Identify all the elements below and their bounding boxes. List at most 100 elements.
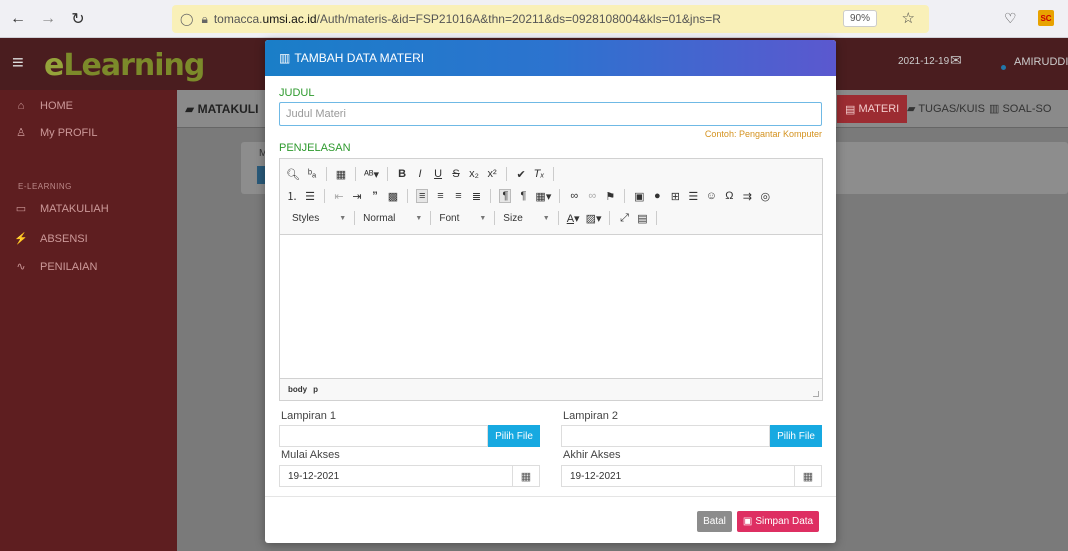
bold-icon[interactable]: B	[396, 168, 408, 180]
back-icon[interactable]: ←	[6, 7, 30, 31]
select-all-icon[interactable]: ▦	[335, 168, 347, 181]
book-icon: ▥	[279, 51, 291, 65]
mulai-akses-label: Mulai Akses	[281, 449, 340, 461]
ltr-icon[interactable]: ¶	[499, 189, 512, 203]
text-color-icon[interactable]: A▾	[567, 212, 580, 225]
batal-button[interactable]: Batal	[697, 511, 732, 532]
mulai-akses-group: 19-12-2021 ▦	[279, 465, 540, 487]
smiley-icon[interactable]: ☺	[705, 190, 717, 202]
lampiran1-group: Pilih File	[279, 425, 540, 447]
rich-text-editor: 🔍︎ ᵇₐ ▦ ᴬᴮ▾ B I U S x₂ x² ✔ Tₓ ⒈ ☰ ⇤ ⇥ ”…	[279, 158, 823, 401]
spellcheck-icon[interactable]: ᴬᴮ▾	[364, 168, 379, 181]
iframe-icon[interactable]: ◎	[759, 190, 771, 203]
align-center-icon[interactable]: ≡	[434, 190, 446, 202]
blockquote-icon[interactable]: ”	[369, 190, 381, 202]
menu-icon[interactable]: ≡	[12, 52, 24, 75]
lampiran1-input[interactable]	[279, 425, 488, 447]
styles-dropdown[interactable]: Styles ▼	[292, 213, 346, 224]
editor-content-area[interactable]	[280, 235, 822, 378]
strikethrough-icon[interactable]: S	[450, 168, 462, 180]
book-icon: ▤	[845, 103, 856, 116]
sidebar-item-matakuliah[interactable]: ▭ MATAKULIAH	[12, 202, 109, 216]
align-left-icon[interactable]: ≡	[416, 189, 429, 203]
lock-icon: 🔒︎	[201, 11, 208, 26]
align-right-icon[interactable]: ≡	[452, 190, 464, 202]
lampiran2-input[interactable]	[561, 425, 770, 447]
bookmark-star-icon[interactable]: ☆	[902, 9, 915, 27]
forward-icon[interactable]: →	[36, 7, 60, 31]
mail-icon[interactable]: ✉	[950, 52, 962, 69]
special-char-icon[interactable]: Ω	[723, 190, 735, 202]
user-name[interactable]: AMIRUDDIN	[1014, 56, 1068, 68]
page-break-icon[interactable]: ⇉	[741, 190, 753, 203]
horizontal-line-icon[interactable]: ☰	[687, 190, 699, 203]
resize-handle[interactable]	[813, 391, 819, 397]
sidebar-item-penilaian[interactable]: ∿ PENILAIAN	[12, 260, 97, 274]
file-icon: ▭	[15, 203, 27, 215]
table-icon[interactable]: ⊞	[669, 190, 681, 203]
mulai-akses-input[interactable]: 19-12-2021	[279, 465, 513, 487]
modal-header: ▥ TAMBAH DATA MATERI	[265, 40, 836, 76]
modal-tambah-materi: ▥ TAMBAH DATA MATERI JUDUL Judul Materi …	[265, 40, 836, 543]
sidebar-section-label: E-LEARNING	[18, 182, 72, 191]
judul-input[interactable]: Judul Materi	[279, 102, 822, 126]
link-icon[interactable]: ∞	[568, 190, 580, 202]
reload-icon[interactable]: ↻	[66, 7, 90, 31]
tab-matakuliah[interactable]: ▰ MATAKULI	[185, 102, 258, 116]
show-blocks-icon[interactable]: ▤	[636, 212, 648, 225]
tab-soal[interactable]: ▥ SOAL-SO	[989, 102, 1051, 115]
path-body[interactable]: body	[288, 385, 307, 394]
shield-icon: ◯	[180, 12, 194, 26]
user-icon: ♙	[16, 127, 26, 139]
rtl-icon[interactable]: ¶	[517, 190, 529, 202]
tab-materi[interactable]: ▤ MATERI	[837, 95, 908, 123]
justify-icon[interactable]: ≣	[470, 190, 482, 203]
zoom-badge[interactable]: 90%	[842, 10, 877, 27]
sidebar-item-absensi[interactable]: ⚡ ABSENSI	[12, 232, 88, 246]
size-dropdown[interactable]: Size ▼	[503, 213, 549, 224]
language-icon[interactable]: ▦▾	[535, 190, 551, 203]
chevron-down-icon: ▼	[479, 214, 487, 222]
penjelasan-label: PENJELASAN	[279, 142, 351, 154]
chevron-down-icon: ▼	[415, 214, 423, 222]
address-bar[interactable]: ◯ 🔒︎ tomacca. umsi.ac.id/Auth/materis-&id…	[172, 5, 929, 33]
simpan-button[interactable]: ▣ Simpan Data	[737, 511, 819, 532]
maximize-icon[interactable]: ⤢	[618, 212, 630, 225]
bullet-list-icon[interactable]: ☰	[304, 190, 316, 203]
path-p[interactable]: p	[313, 385, 318, 394]
outdent-icon[interactable]: ⇤	[333, 190, 345, 203]
tab-tugas[interactable]: ▰ TUGAS/KUIS	[907, 102, 985, 115]
underline-icon[interactable]: U	[432, 168, 444, 180]
font-dropdown[interactable]: Font ▼	[439, 213, 486, 224]
lampiran2-pilih-button[interactable]: Pilih File	[770, 425, 822, 447]
calendar-icon[interactable]: ▦	[795, 465, 822, 487]
akhir-akses-input[interactable]: 19-12-2021	[561, 465, 795, 487]
lampiran1-pilih-button[interactable]: Pilih File	[488, 425, 540, 447]
bg-color-icon[interactable]: ▨▾	[586, 212, 602, 225]
subscript-icon[interactable]: x₂	[468, 168, 480, 180]
pocket-icon[interactable]: ♡	[1004, 10, 1017, 27]
find-icon[interactable]: 🔍︎	[286, 168, 300, 181]
format-dropdown[interactable]: Normal ▼	[363, 213, 422, 224]
image-icon[interactable]: ▣	[633, 190, 645, 203]
unlink-icon[interactable]: ∞	[586, 190, 598, 202]
div-icon[interactable]: ▩	[387, 190, 399, 203]
sidebar-item-profil[interactable]: ♙ My PROFIL	[12, 126, 97, 140]
flash-icon[interactable]: ●	[651, 190, 663, 202]
copy-format-icon[interactable]: ✔	[515, 168, 527, 181]
home-icon: ⌂	[17, 100, 25, 112]
anchor-icon[interactable]: ⚑	[604, 190, 616, 203]
superscript-icon[interactable]: x²	[486, 168, 498, 180]
activity-icon: ∿	[16, 261, 26, 273]
sidebar-item-home[interactable]: ⌂ HOME	[12, 100, 73, 112]
numbered-list-icon[interactable]: ⒈	[286, 188, 298, 204]
chevron-down-icon: ▼	[542, 214, 550, 222]
book-icon: ▰	[907, 103, 916, 115]
remove-format-icon[interactable]: Tₓ	[533, 168, 545, 180]
italic-icon[interactable]: I	[414, 168, 426, 180]
indent-icon[interactable]: ⇥	[351, 190, 363, 203]
extension-sc-icon[interactable]: SC	[1038, 10, 1054, 26]
browser-toolbar: ← → ↻ ◯ 🔒︎ tomacca. umsi.ac.id/Auth/mater…	[0, 0, 1068, 38]
replace-icon[interactable]: ᵇₐ	[306, 168, 318, 180]
calendar-icon[interactable]: ▦	[513, 465, 540, 487]
